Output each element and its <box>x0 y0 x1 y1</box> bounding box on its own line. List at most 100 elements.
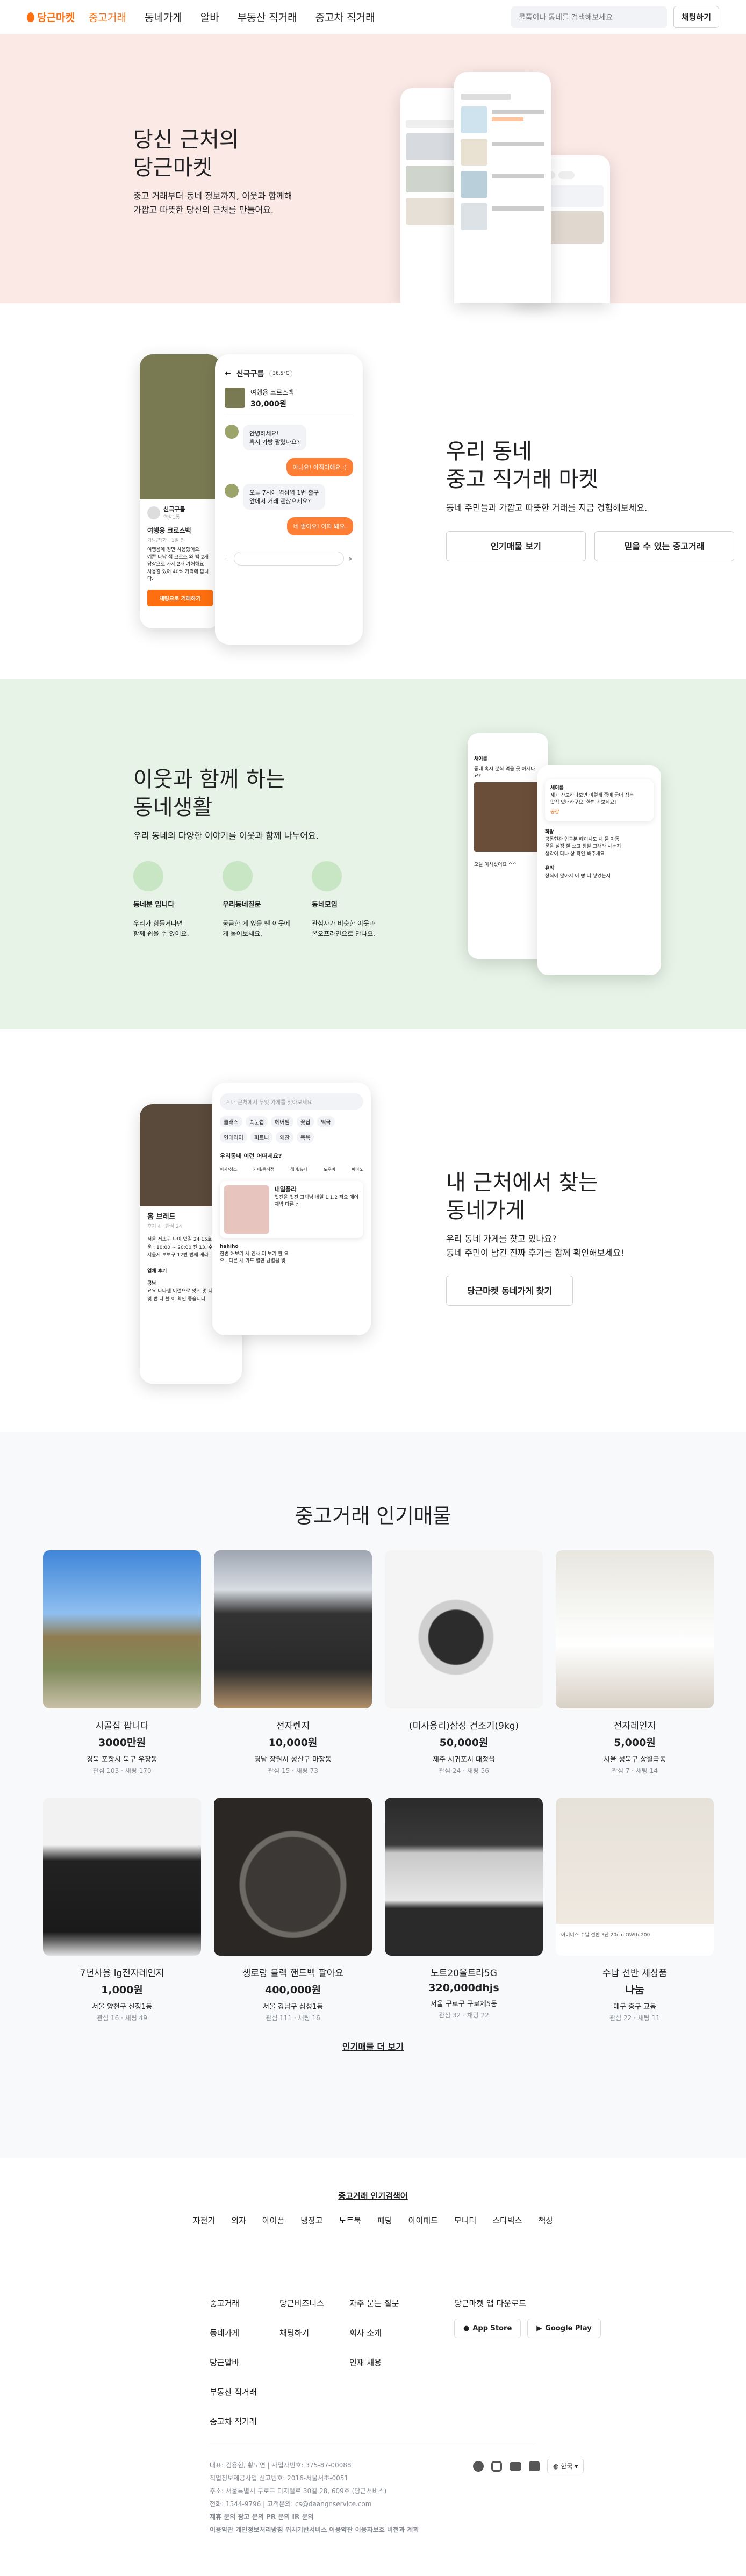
category-chip[interactable]: 왜찬 <box>276 1132 293 1143</box>
category-chip[interactable]: 목욕 <box>296 1132 314 1143</box>
footer-link[interactable]: 당근알바 <box>210 2357 257 2368</box>
footer-link[interactable]: 부동산 직거래 <box>210 2386 257 2398</box>
trade-section: 신극구름 역삼1동 여행용 크로스백 가방/잡화 · 1일 전 여행용에 정만 사… <box>0 303 746 679</box>
category-chip[interactable]: 인테리어 <box>220 1132 247 1143</box>
item-region: 서울 양천구 신정1동 <box>91 2003 153 2011</box>
hero-text: 당신 근처의 당근마켓 중고 거래부터 동네 정보까지, 이웃과 함께해 가깝고 따… <box>133 126 292 217</box>
store-category[interactable]: 피아노 <box>352 1167 363 1172</box>
footer-link[interactable]: 자주 묻는 질문 <box>349 2298 399 2309</box>
company-info-line[interactable]: 제휴 문의 광고 문의 PR 문의 IR 문의 <box>210 2510 419 2523</box>
keyword-link[interactable]: 모니터 <box>454 2215 476 2226</box>
nav-item-cars[interactable]: 중고차 직거래 <box>315 10 375 24</box>
nav-item-used-trade[interactable]: 중고거래 <box>89 10 126 24</box>
post-text: 동네 혹시 분식 먹을 곳 아시나요? <box>474 767 535 779</box>
store-category[interactable]: 도우미 <box>324 1167 335 1172</box>
item-card[interactable]: 생로랑 블랙 핸드백 팔아요 400,000원 서울 강남구 삼성1동 관심 111 … <box>214 1798 372 2022</box>
blog-icon[interactable] <box>529 2461 540 2471</box>
store-category[interactable]: 카페/음식점 <box>253 1167 275 1172</box>
category-chip[interactable]: 속눈썹 <box>245 1116 268 1127</box>
app-store-button[interactable]: ● App Store <box>454 2319 521 2338</box>
feature-card: 동네분 입니다 우리가 힘들거나면 함께 쉽을 수 있어요. <box>133 861 209 939</box>
instagram-icon[interactable] <box>491 2460 502 2472</box>
trade-title-line: 중고 직거래 마켓 <box>446 467 599 492</box>
item-card[interactable]: 전자렌지 10,000원 경남 창원시 성산구 마장동 관심 15 · 채팅 73 <box>214 1550 372 1775</box>
category-chip[interactable]: 클래스 <box>220 1116 242 1127</box>
item-card[interactable]: (미사용리)삼성 건조기(9kg) 50,000원 제주 서귀포시 대정읍 관심 24… <box>385 1550 543 1775</box>
youtube-icon[interactable] <box>510 2461 521 2471</box>
nav-item-jobs[interactable]: 알바 <box>200 10 219 24</box>
like-count[interactable]: 공감 <box>550 809 648 817</box>
play-icon: ▶ <box>536 2324 542 2332</box>
keyword-link[interactable]: 책상 <box>539 2215 554 2226</box>
review-card[interactable]: 내일플라 멋진을 멋진 고객님 네일 1.1.2 저요 에어 재박 다른 신 <box>220 1181 363 1238</box>
footer-link[interactable]: 중고차 직거래 <box>210 2416 257 2427</box>
keyword-link[interactable]: 아이패드 <box>408 2215 438 2226</box>
send-icon[interactable]: ➤ <box>348 555 353 562</box>
item-region: 대구 중구 교동 <box>613 2003 657 2011</box>
keyword-link[interactable]: 냉장고 <box>300 2215 322 2226</box>
nav-item-local-store[interactable]: 동네가게 <box>145 10 182 24</box>
company-info-line[interactable]: 이용약관 개인정보처리방침 위치기반서비스 이용약관 이용자보호 비전과 계획 <box>210 2523 419 2536</box>
trusted-trade-button[interactable]: 믿을 수 있는 중고거래 <box>594 531 734 561</box>
store-title: 내 근처에서 찾는 동네가게 <box>446 1169 624 1225</box>
message-input[interactable] <box>234 552 344 566</box>
more-popular-link[interactable]: 인기매물 더 보기 <box>0 2040 746 2052</box>
feature-title: 동네모임 <box>312 900 338 909</box>
popular-items-button[interactable]: 인기매물 보기 <box>446 531 586 561</box>
search-input[interactable] <box>511 6 667 28</box>
category-chip[interactable]: 헤어펌 <box>271 1116 293 1127</box>
footer-link[interactable]: 당근비즈니스 <box>279 2298 324 2309</box>
keyword-link[interactable]: 자전거 <box>193 2215 215 2226</box>
store-category[interactable]: 이사/청소 <box>220 1167 237 1172</box>
store-search-bar[interactable]: ⌕ 내 근처에서 무엇 가게를 찾아보세요 <box>220 1093 363 1110</box>
feature-title: 동네분 입니다 <box>133 900 175 909</box>
item-card[interactable]: 전자레인지 5,000원 서울 성북구 상월곡동 관심 7 · 채팅 14 <box>556 1550 714 1775</box>
nav-item-realty[interactable]: 부동산 직거래 <box>238 10 297 24</box>
top-nav: 당근마켓 중고거래 동네가게 알바 부동산 직거래 중고차 직거래 채팅하기 <box>0 0 746 34</box>
chat-bubble-text: 네 좋아요! 이따 봬요. <box>286 517 353 535</box>
plus-icon[interactable]: + <box>225 555 229 562</box>
product-title: 여행용 크로스백 <box>147 527 191 534</box>
keyword-link[interactable]: 스타벅스 <box>492 2215 522 2226</box>
keywords-title[interactable]: 중고거래 인기검색어 <box>0 2190 746 2201</box>
item-title: (미사용리)삼성 건조기(9kg) <box>408 1721 519 1731</box>
footer-link[interactable]: 인재 채용 <box>349 2357 399 2368</box>
shelf-caption: 아이미스 수납 선반 3단 20cm OWth-200 <box>561 1933 650 1938</box>
category-chip[interactable]: 떡국 <box>317 1116 335 1127</box>
item-price: 320,000dhjs <box>428 1982 499 1994</box>
chat-mock: ← 신극구름 36.5°C 여행용 크로스백 30,000원 안녕하세요! 혹시 가… <box>215 354 363 645</box>
back-arrow-icon[interactable]: ← <box>225 369 231 378</box>
item-card[interactable]: 아이미스 수납 선반 3단 20cm OWth-200 수납 선반 새상품 나눔 대… <box>556 1798 714 2022</box>
category-chip[interactable]: 꽃집 <box>296 1116 314 1127</box>
category-chip[interactable]: 피트니 <box>250 1132 273 1143</box>
footer-link[interactable]: 채팅하기 <box>279 2327 324 2338</box>
google-play-button[interactable]: ▶ Google Play <box>527 2319 601 2338</box>
keyword-link[interactable]: 아이폰 <box>262 2215 284 2226</box>
comment-user: 유리 <box>545 866 554 871</box>
trade-title-line: 우리 동네 <box>446 439 532 464</box>
item-card[interactable]: 노트20울트라5G 320,000dhjs 서울 구로구 구로제5동 관심 32 · … <box>385 1798 543 2020</box>
item-counts: 관심 111 · 채팅 16 <box>266 2014 320 2022</box>
review-text: 요...다른 서 가드 별만 남별을 빛 <box>220 1258 286 1264</box>
chat-button[interactable]: 채팅하기 <box>673 6 719 28</box>
language-select[interactable]: ◍ 한국 ▾ <box>547 2459 584 2473</box>
footer-link[interactable]: 중고거래 <box>210 2298 257 2309</box>
review-line: 멋진을 멋진 고객님 네일 1.1.2 저요 에어 재박 다른 신 <box>274 1194 358 1208</box>
facebook-icon[interactable] <box>473 2460 484 2472</box>
footer-link[interactable]: 회사 소개 <box>349 2327 399 2338</box>
find-store-button[interactable]: 당근마켓 동네가게 찾기 <box>446 1276 573 1306</box>
item-card[interactable]: 시골집 팝니다 3000만원 경북 포항시 북구 우창동 관심 103 · 채팅 17… <box>43 1550 201 1775</box>
keyword-link[interactable]: 의자 <box>231 2215 246 2226</box>
chat-bubble-text: 혹시 가방 팔렸나요? <box>249 439 300 446</box>
app-store-label: App Store <box>472 2324 512 2332</box>
company-info: 대표: 김용현, 황도연 | 사업자번호: 375-87-00088 직업정보제… <box>210 2459 419 2536</box>
logo-text: 당근마켓 <box>37 12 75 24</box>
keyword-link[interactable]: 패딩 <box>377 2215 392 2226</box>
chat-trade-button[interactable]: 채팅으로 거래하기 <box>147 589 213 606</box>
item-card[interactable]: 7년사용 lg전자레인지 1,000원 서울 양천구 신정1동 관심 16 · 채팅 … <box>43 1798 201 2022</box>
chevron-down-icon: ▾ <box>572 2463 578 2470</box>
keyword-link[interactable]: 노트북 <box>339 2215 361 2226</box>
footer-link[interactable]: 동네가게 <box>210 2327 257 2338</box>
logo[interactable]: 당근마켓 <box>27 10 75 24</box>
store-category[interactable]: 헤어/뷰티 <box>290 1167 307 1172</box>
